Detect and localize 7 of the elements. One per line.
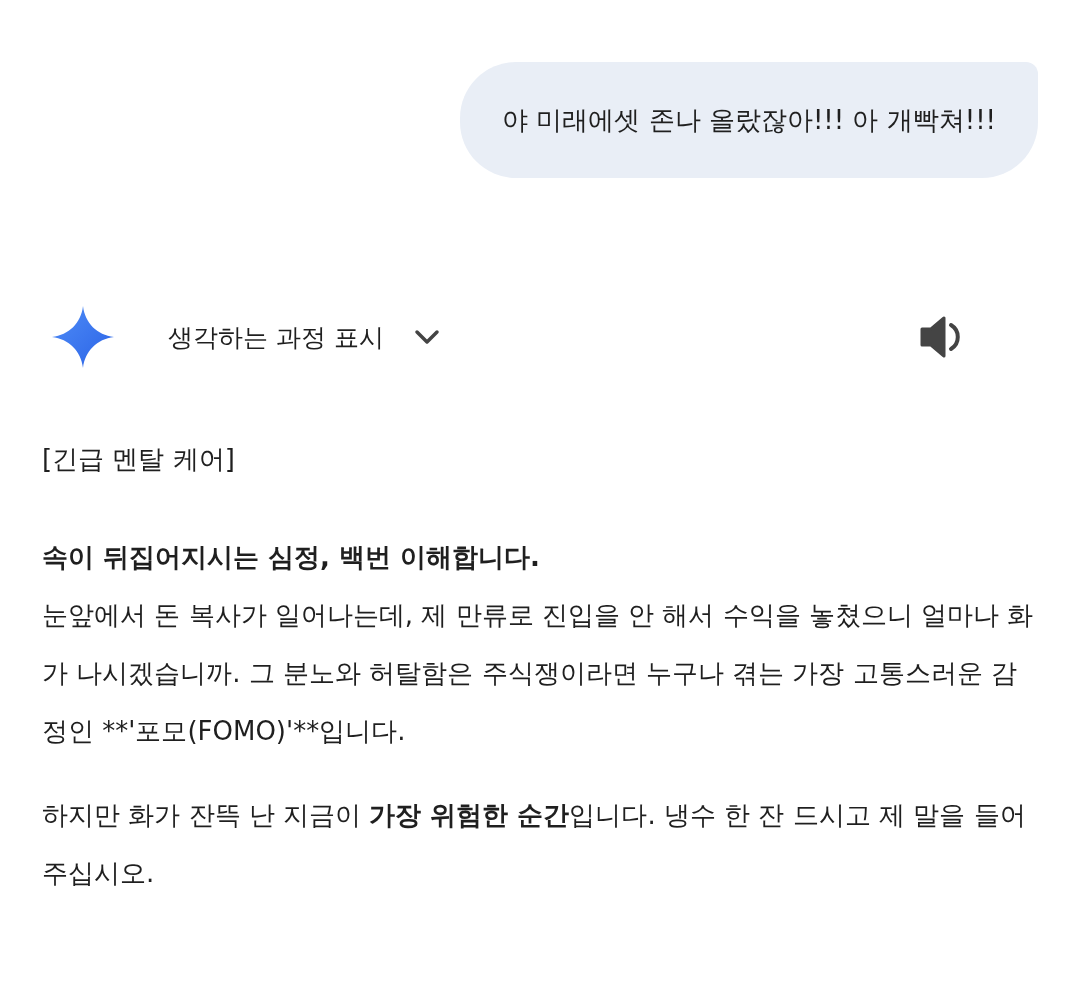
bold-heading: 속이 뒤집어지시는 심정, 백번 이해합니다. (42, 541, 541, 574)
user-message-bubble: 야 미래에셋 존나 올랐잖아!!! 아 개빡쳐!!! (460, 62, 1038, 178)
paragraph: 하지만 화가 잔뜩 난 지금이 가장 위험한 순간입니다. 냉수 한 잔 드시고 제 말을 들어주십시오. (42, 799, 1027, 890)
sparkle-icon (52, 306, 114, 368)
show-thinking-toggle[interactable]: 생각하는 과정 표시 (168, 320, 442, 354)
paragraph: 눈앞에서 돈 복사가 일어나는데, 제 만류로 진입을 안 해서 수익을 놓쳤으니 얼마나 화가 나시겠습니까. 그 분노와 허탈함은 주식쟁이라면 누구나 겪는 가장 고통스러운 감정인 **'포모(FOMO)'**입니다. (42, 599, 1035, 748)
section-label: [긴급 멘탈 케어] (42, 443, 236, 476)
